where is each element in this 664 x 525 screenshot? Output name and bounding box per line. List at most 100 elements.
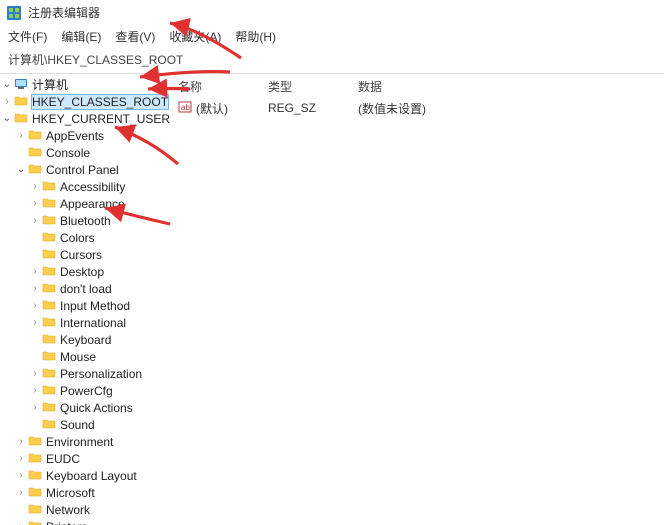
folder-icon: [28, 128, 45, 143]
collapse-icon[interactable]: ⌄: [0, 79, 14, 90]
node-quick-actions[interactable]: › Quick Actions: [0, 399, 171, 416]
node-hkey-classes-root[interactable]: › HKEY_CLASSES_ROOT: [0, 93, 171, 110]
expand-icon[interactable]: ›: [28, 368, 42, 379]
tree-label[interactable]: Console: [45, 146, 91, 160]
node-powercfg[interactable]: › PowerCfg: [0, 382, 171, 399]
tree-label[interactable]: Control Panel: [45, 163, 120, 177]
folder-icon: [42, 230, 59, 245]
node-hkey-current-user[interactable]: ⌄ HKEY_CURRENT_USER: [0, 110, 171, 127]
tree-label[interactable]: Sound: [59, 418, 96, 432]
tree-label[interactable]: Keyboard: [59, 333, 112, 347]
tree-label[interactable]: Personalization: [59, 367, 143, 381]
tree-label[interactable]: Colors: [59, 231, 96, 245]
folder-icon: [42, 383, 59, 398]
window-title: 注册表编辑器: [28, 4, 100, 21]
expand-icon[interactable]: ›: [28, 215, 42, 226]
folder-icon: [28, 451, 45, 466]
tree-label[interactable]: AppEvents: [45, 129, 105, 143]
address-bar[interactable]: 计算机\HKEY_CLASSES_ROOT: [0, 48, 664, 73]
node-keyboard-layout[interactable]: › Keyboard Layout: [0, 467, 171, 484]
address-text: 计算机\HKEY_CLASSES_ROOT: [8, 53, 183, 67]
collapse-icon[interactable]: ⌄: [14, 164, 28, 175]
node-desktop[interactable]: › Desktop: [0, 263, 171, 280]
expand-icon[interactable]: ›: [28, 300, 42, 311]
node-eudc[interactable]: › EUDC: [0, 450, 171, 467]
expand-icon[interactable]: ›: [14, 130, 28, 141]
tree-label[interactable]: 计算机: [31, 76, 69, 93]
expand-icon[interactable]: ›: [14, 436, 28, 447]
node-appearance[interactable]: › Appearance: [0, 195, 171, 212]
node-control-panel[interactable]: ⌄ Control Panel: [0, 161, 171, 178]
node-appevents[interactable]: › AppEvents: [0, 127, 171, 144]
tree-label[interactable]: Keyboard Layout: [45, 469, 138, 483]
expand-icon[interactable]: ›: [0, 96, 14, 107]
computer-icon: [14, 77, 31, 92]
column-data[interactable]: 数据: [358, 78, 658, 95]
folder-icon: [28, 519, 45, 525]
tree-label[interactable]: PowerCfg: [59, 384, 114, 398]
node-dont-load[interactable]: › don't load: [0, 280, 171, 297]
expand-icon[interactable]: ›: [14, 487, 28, 498]
tree-label[interactable]: Microsoft: [45, 486, 96, 500]
tree-label[interactable]: Input Method: [59, 299, 131, 313]
node-colors[interactable]: ›Colors: [0, 229, 171, 246]
expand-icon[interactable]: ›: [14, 470, 28, 481]
list-row[interactable]: (默认)REG_SZ(数值未设置): [172, 99, 664, 117]
node-computer[interactable]: ⌄ 计算机: [0, 76, 171, 93]
expand-icon[interactable]: ›: [28, 317, 42, 328]
node-printers[interactable]: › Printers: [0, 518, 171, 525]
node-microsoft[interactable]: › Microsoft: [0, 484, 171, 501]
tree-label[interactable]: Printers: [45, 520, 88, 525]
expand-icon[interactable]: ›: [28, 181, 42, 192]
folder-icon: [42, 281, 59, 296]
node-personalization[interactable]: › Personalization: [0, 365, 171, 382]
menu-view[interactable]: 查看(V): [115, 28, 155, 45]
tree-label[interactable]: Cursors: [59, 248, 103, 262]
expand-icon[interactable]: ›: [28, 198, 42, 209]
column-type[interactable]: 类型: [268, 78, 358, 95]
list-header: 名称 类型 数据: [172, 74, 664, 99]
node-keyboard[interactable]: ›Keyboard: [0, 331, 171, 348]
menu-file[interactable]: 文件(F): [8, 28, 47, 45]
expand-icon[interactable]: ›: [14, 453, 28, 464]
node-network[interactable]: ›Network: [0, 501, 171, 518]
node-environment[interactable]: › Environment: [0, 433, 171, 450]
tree-label[interactable]: Desktop: [59, 265, 105, 279]
expand-icon[interactable]: ›: [28, 266, 42, 277]
tree-label[interactable]: Network: [45, 503, 91, 517]
expand-icon[interactable]: ›: [28, 402, 42, 413]
node-input-method[interactable]: › Input Method: [0, 297, 171, 314]
node-bluetooth[interactable]: › Bluetooth: [0, 212, 171, 229]
menu-edit[interactable]: 编辑(E): [61, 28, 101, 45]
tree-label[interactable]: EUDC: [45, 452, 81, 466]
tree-pane[interactable]: ⌄ 计算机 › HKEY_CLASSES_ROOT ⌄ HKEY_CURRENT_USER…: [0, 74, 172, 525]
tree-label[interactable]: Quick Actions: [59, 401, 134, 415]
collapse-icon[interactable]: ⌄: [0, 113, 14, 124]
tree-label[interactable]: HKEY_CLASSES_ROOT: [31, 94, 169, 110]
tree-label[interactable]: HKEY_CURRENT_USER: [31, 112, 171, 126]
node-cursors[interactable]: ›Cursors: [0, 246, 171, 263]
titlebar: 注册表编辑器: [0, 0, 664, 25]
menu-favorites[interactable]: 收藏夹(A): [169, 28, 221, 45]
value-data: (数值未设置): [358, 100, 658, 117]
expand-icon[interactable]: ›: [28, 283, 42, 294]
tree-label[interactable]: Accessibility: [59, 180, 126, 194]
node-mouse[interactable]: ›Mouse: [0, 348, 171, 365]
node-sound[interactable]: ›Sound: [0, 416, 171, 433]
menu-help[interactable]: 帮助(H): [235, 28, 276, 45]
expand-icon[interactable]: ›: [28, 385, 42, 396]
folder-icon: [42, 400, 59, 415]
tree-label[interactable]: International: [59, 316, 127, 330]
column-name[interactable]: 名称: [178, 78, 268, 95]
tree-label[interactable]: Bluetooth: [59, 214, 112, 228]
node-accessibility[interactable]: › Accessibility: [0, 178, 171, 195]
node-international[interactable]: › International: [0, 314, 171, 331]
node-console[interactable]: ›Console: [0, 144, 171, 161]
list-pane[interactable]: 名称 类型 数据 (默认)REG_SZ(数值未设置): [172, 74, 664, 525]
folder-icon: [42, 349, 59, 364]
tree-label[interactable]: don't load: [59, 282, 113, 296]
tree-label[interactable]: Environment: [45, 435, 114, 449]
expand-icon[interactable]: ›: [14, 521, 28, 525]
tree-label[interactable]: Appearance: [59, 197, 126, 211]
tree-label[interactable]: Mouse: [59, 350, 97, 364]
